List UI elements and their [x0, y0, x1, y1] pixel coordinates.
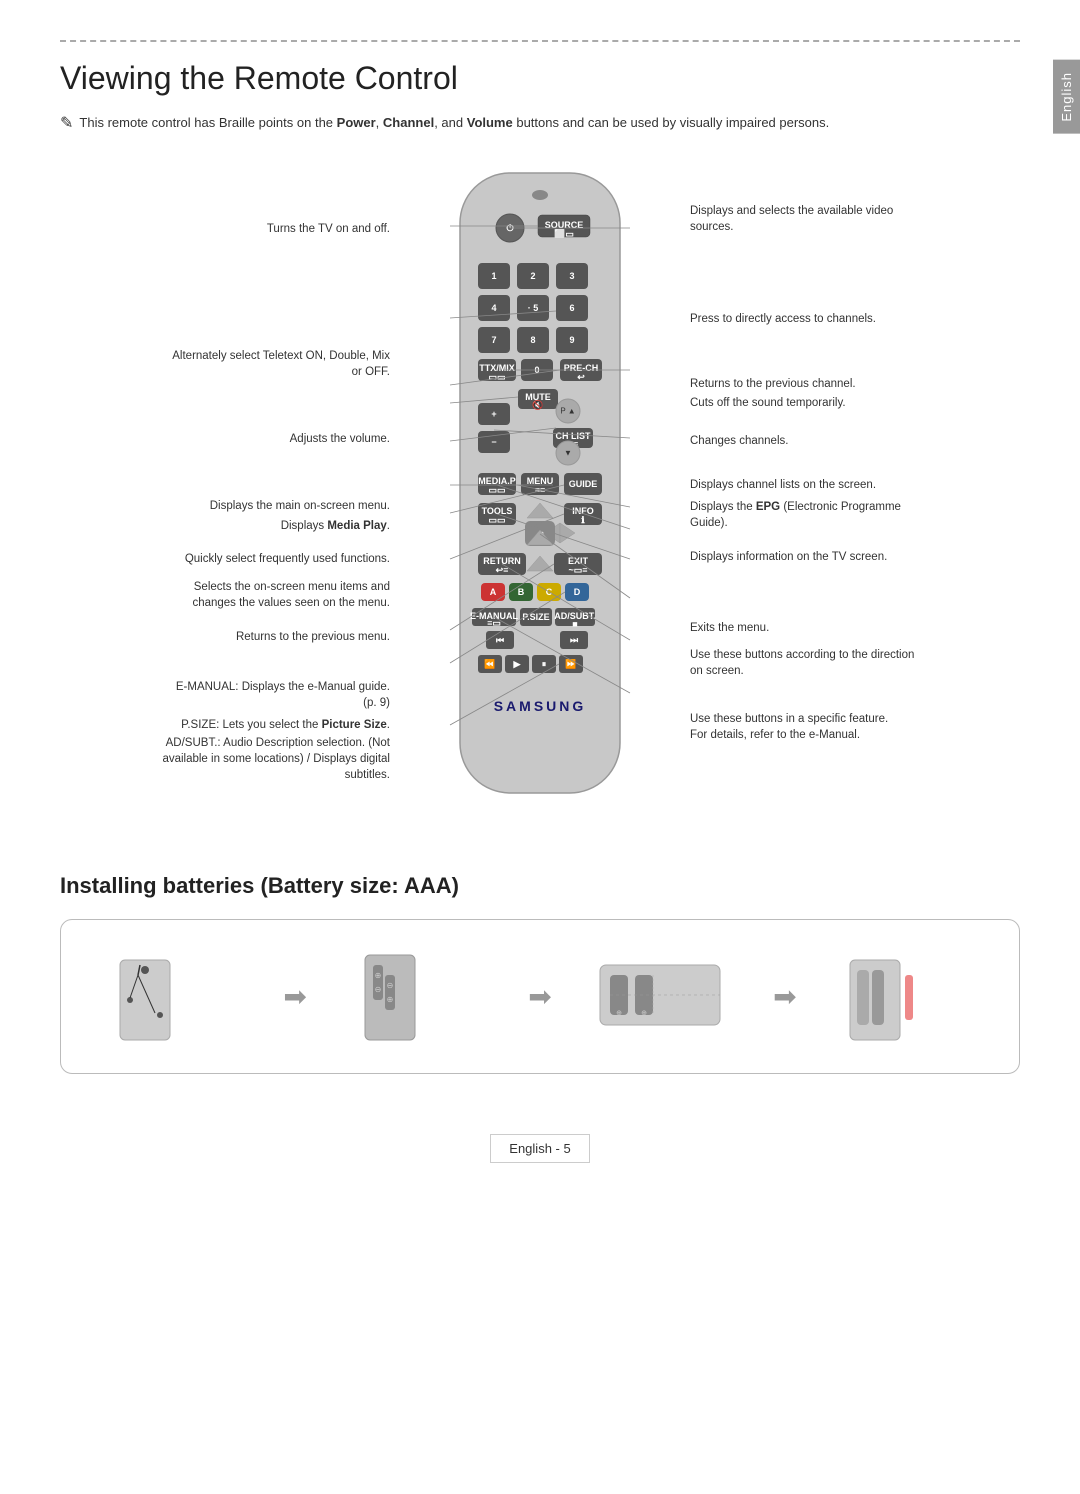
label-nav: Selects the on-screen menu items andchan…: [192, 579, 390, 611]
svg-text:▶: ▶: [513, 659, 522, 669]
arrow-2: ➡: [528, 980, 551, 1013]
label-psize: P.SIZE: Lets you select the Picture Size…: [181, 717, 390, 733]
battery-step-3: ⊕ ⊕: [590, 940, 735, 1053]
battery-step-4-img: [835, 940, 980, 1050]
label-chlist: Displays channel lists on the screen.: [690, 477, 876, 493]
batteries-title: Installing batteries (Battery size: AAA): [60, 873, 1020, 899]
page-number: English - 5: [490, 1134, 589, 1163]
svg-text:▭▭: ▭▭: [488, 485, 505, 495]
svg-text:▭▭: ▭▭: [488, 372, 505, 382]
label-specific: Use these buttons in a specific feature.…: [690, 711, 888, 743]
label-menu: Displays the main on-screen menu.: [210, 498, 390, 514]
svg-text:7: 7: [491, 335, 496, 345]
svg-text:1: 1: [491, 271, 496, 281]
remote-svg: ⏻ SOURCE ⬜▭ 1 2 3 4 · 5 6: [390, 163, 690, 823]
battery-step-3-img: ⊕ ⊕: [590, 940, 735, 1050]
svg-text:8: 8: [530, 335, 535, 345]
svg-text:−: −: [491, 437, 496, 447]
note-icon: ✎: [60, 113, 73, 133]
label-emanual: E-MANUAL: Displays the e-Manual guide.(p…: [176, 679, 390, 711]
svg-text:▼: ▼: [564, 449, 572, 458]
label-colorbtns: Use these buttons according to the direc…: [690, 647, 914, 679]
svg-text:2: 2: [530, 271, 535, 281]
svg-text:~▭≡: ~▭≡: [568, 565, 587, 575]
label-exit: Exits the menu.: [690, 620, 769, 636]
svg-text:A: A: [490, 587, 497, 597]
section-divider: [60, 40, 1020, 42]
arrow-1: ➡: [283, 980, 306, 1013]
svg-text:3: 3: [569, 271, 574, 281]
svg-text:⊖: ⊖: [387, 981, 394, 990]
svg-text:⬜▭: ⬜▭: [554, 228, 574, 239]
arrow-3: ➡: [773, 980, 796, 1013]
svg-text:D: D: [574, 587, 581, 597]
svg-text:🔇: 🔇: [532, 399, 543, 410]
label-volume: Adjusts the volume.: [290, 431, 390, 447]
battery-step-2-img: ⊕ ⊖ ⊖ ⊕: [345, 940, 490, 1050]
label-mute: Cuts off the sound temporarily.: [690, 395, 846, 411]
svg-text:▭▭: ▭▭: [488, 515, 505, 525]
label-mediaplay: Displays Media Play.: [281, 518, 390, 534]
svg-text:P.SIZE: P.SIZE: [522, 612, 549, 622]
svg-text:⊕: ⊕: [375, 971, 382, 980]
label-adsubt: AD/SUBT.: Audio Description selection. (…: [162, 735, 390, 783]
svg-text:· 5: · 5: [528, 303, 539, 313]
page-footer: English - 5: [0, 1114, 1080, 1173]
battery-step-4: [835, 940, 980, 1053]
label-source: Displays and selects the available video…: [690, 203, 893, 235]
label-epg: Displays the EPG (Electronic ProgrammeGu…: [690, 499, 901, 531]
note-text: ✎ This remote control has Braille points…: [60, 115, 1020, 133]
battery-step-2: ⊕ ⊖ ⊖ ⊕: [345, 940, 490, 1053]
svg-text:⏸: ⏸: [542, 659, 547, 669]
svg-text:⊕: ⊕: [387, 995, 394, 1004]
svg-text:⊕: ⊕: [641, 1010, 647, 1017]
svg-text:6: 6: [569, 303, 574, 313]
svg-text:⊖: ⊖: [375, 985, 382, 994]
remote-diagram: Turns the TV on and off. Alternately sel…: [150, 163, 930, 823]
language-tab: English: [1053, 60, 1080, 134]
label-power: Turns the TV on and off.: [267, 221, 390, 237]
label-channels: Press to directly access to channels.: [690, 311, 876, 327]
label-info: Displays information on the TV screen.: [690, 549, 887, 565]
svg-text:⏪: ⏪: [484, 658, 495, 669]
note-content: This remote control has Braille points o…: [79, 115, 829, 130]
label-prevch: Returns to the previous channel.: [690, 376, 856, 392]
svg-text:9: 9: [569, 335, 574, 345]
remote-diagram-section: Turns the TV on and off. Alternately sel…: [60, 163, 1020, 823]
svg-text:+: +: [491, 409, 496, 419]
batteries-box: ➡ ⊕ ⊖ ⊖ ⊕ ➡: [60, 919, 1020, 1074]
label-return: Returns to the previous menu.: [236, 629, 390, 645]
svg-text:P ▲: P ▲: [560, 407, 575, 416]
battery-step-1-img: [100, 940, 245, 1050]
svg-text:⊕: ⊕: [616, 1010, 622, 1017]
svg-text:↩: ↩: [577, 372, 585, 382]
label-teletext: Alternately select Teletext ON, Double, …: [172, 348, 390, 380]
svg-text:B: B: [518, 587, 525, 597]
svg-text:ℹ: ℹ: [581, 515, 585, 525]
svg-text:⏮: ⏮: [496, 635, 504, 645]
label-tools: Quickly select frequently used functions…: [185, 551, 390, 567]
svg-text:SAMSUNG: SAMSUNG: [494, 698, 587, 714]
label-changech: Changes channels.: [690, 433, 788, 449]
svg-text:GUIDE: GUIDE: [569, 479, 598, 489]
page-title: Viewing the Remote Control: [60, 60, 1020, 97]
svg-text:4: 4: [491, 303, 496, 313]
battery-step-1: [100, 940, 245, 1053]
svg-text:⏭: ⏭: [570, 635, 579, 645]
batteries-section: Installing batteries (Battery size: AAA)…: [60, 873, 1020, 1074]
svg-text:■: ■: [572, 619, 577, 629]
